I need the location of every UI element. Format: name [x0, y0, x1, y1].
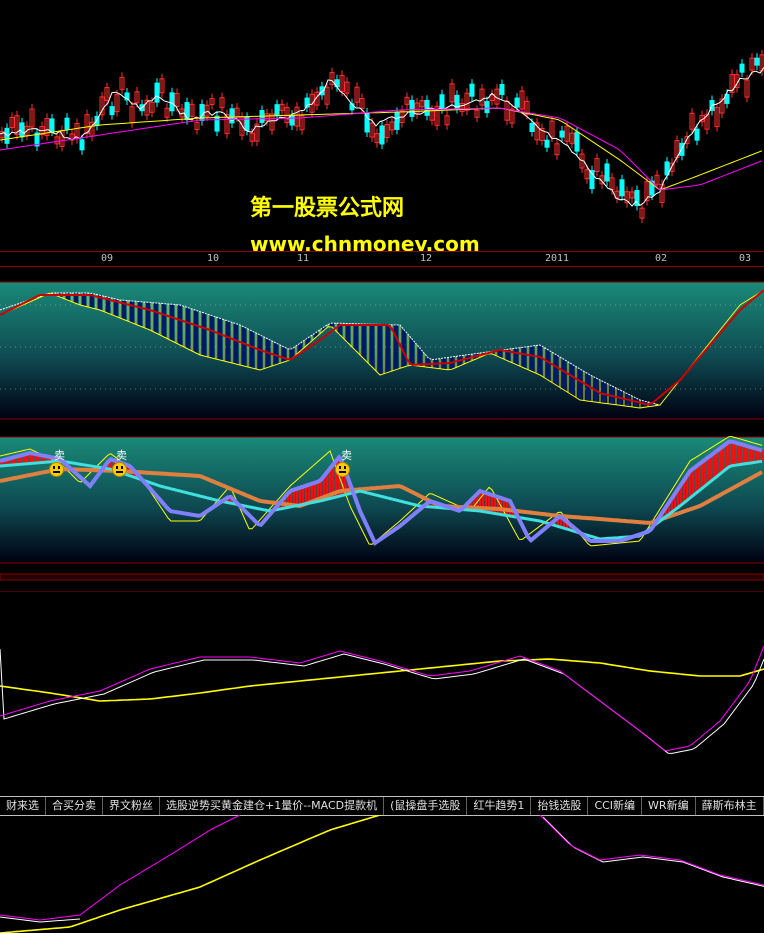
candle-body [544, 139, 550, 148]
candle-body [514, 97, 520, 108]
indicator-2-background [0, 437, 764, 563]
tab-indicator[interactable]: 薛斯布林主 [696, 797, 764, 815]
watermark-title: 第一股票公式网 [250, 196, 405, 221]
candle-body [559, 130, 565, 138]
tab-indicator[interactable]: 选股逆势买黄金建仓+1量价--MACD提款机 [160, 797, 385, 815]
magenta-line [0, 645, 764, 751]
bottom-indicator-pane[interactable] [0, 815, 764, 933]
candle-body [154, 82, 160, 103]
smiley-icon [335, 462, 350, 477]
sell-signal-label: 卖 [341, 449, 352, 462]
indicator-tab-bar: 财来选 合买分卖 界文粉丝 选股逆势买黄金建仓+1量价--MACD提款机 (鼠操… [0, 796, 764, 816]
candle-body [109, 106, 115, 116]
time-axis-label: 03 [739, 253, 752, 264]
tab-indicator[interactable]: 财来选 [0, 797, 46, 815]
candle-body [79, 139, 85, 151]
smiley-icon [49, 462, 64, 477]
candle-body [529, 122, 535, 132]
time-axis-label: 09 [101, 253, 114, 264]
candle-body [499, 84, 505, 96]
sell-signal-label: 卖 [54, 449, 65, 462]
time-axis-label: 02 [655, 253, 668, 264]
tab-indicator[interactable]: 抬钱选股 [531, 797, 589, 815]
white-line [542, 816, 764, 887]
magenta-line [539, 815, 764, 886]
time-axis-label: 2011 [545, 253, 570, 264]
tab-indicator[interactable]: WR新编 [642, 797, 696, 815]
candle-body [169, 92, 175, 112]
indicator-pane-3[interactable] [0, 591, 764, 796]
candle-body [604, 163, 610, 182]
candle-body [289, 114, 295, 126]
candle-body [574, 131, 580, 152]
candle-body [439, 94, 445, 110]
magenta-line [0, 815, 241, 921]
smiley-icon [112, 462, 127, 477]
sell-signal-label: 卖 [116, 449, 127, 462]
indicator-pane-1[interactable] [0, 265, 764, 431]
yellow-line [0, 815, 384, 933]
candle-body [394, 111, 400, 130]
indicator-1-svg [0, 281, 764, 420]
candle-body [694, 128, 700, 141]
moving-average-line [0, 107, 763, 191]
indicator-pane-2[interactable]: 卖 卖 卖 [0, 431, 764, 591]
candle-body [379, 125, 385, 145]
candle-body [484, 101, 490, 114]
candle-body [754, 57, 760, 66]
candle-body [64, 117, 70, 130]
indicator-2-svg [0, 436, 764, 581]
tab-indicator[interactable]: (鼠操盘手选股 [384, 797, 468, 815]
candle-body [49, 118, 55, 132]
time-axis-label: 10 [207, 253, 220, 264]
yellow-line [0, 658, 764, 702]
candle-body [469, 83, 475, 97]
thin-indicator-strip [0, 573, 764, 581]
time-axis-label: 11 [297, 253, 310, 264]
candle-body [619, 179, 625, 197]
bottom-indicator-svg [0, 815, 764, 933]
tab-indicator[interactable]: CCI新编 [588, 797, 643, 815]
indicator-3-svg [0, 591, 764, 754]
time-axis-label: 12 [420, 253, 433, 264]
candle-body [214, 115, 220, 132]
candle-body [364, 112, 370, 133]
candle-body [739, 63, 745, 73]
tab-indicator[interactable]: 红牛趋势1 [467, 797, 532, 815]
candle-body [409, 99, 415, 117]
candle-body [274, 104, 280, 117]
tab-indicator[interactable]: 界文粉丝 [103, 797, 160, 815]
tab-indicator[interactable]: 合买分卖 [46, 797, 103, 815]
